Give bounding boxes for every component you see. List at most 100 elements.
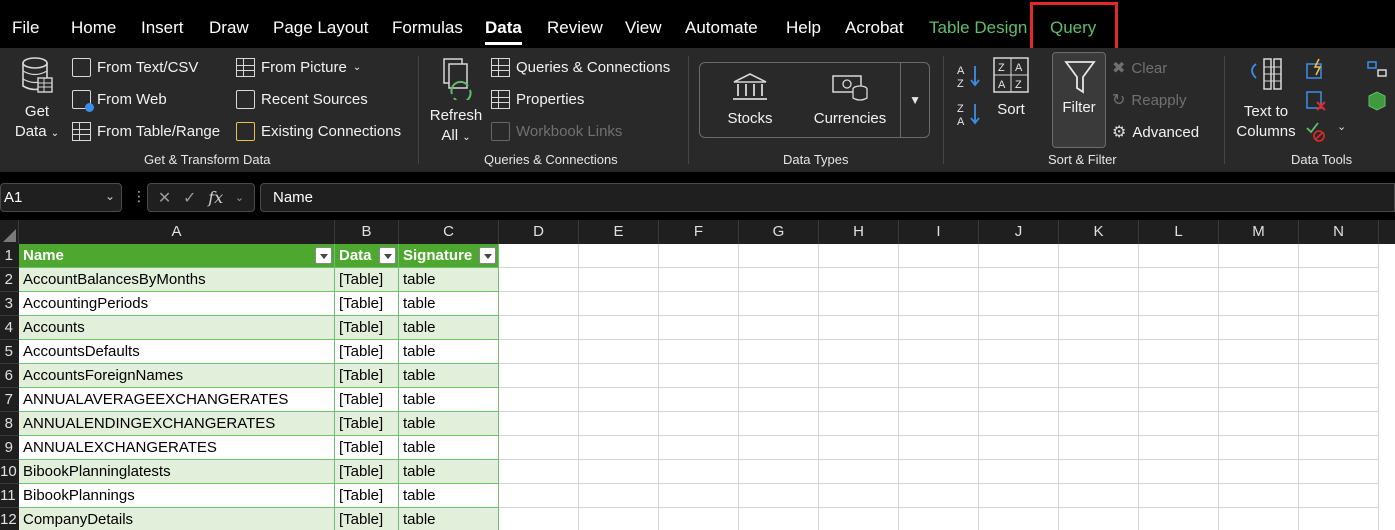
empty-cell[interactable] bbox=[659, 340, 739, 364]
tab-file[interactable]: File bbox=[12, 18, 39, 38]
empty-cell[interactable] bbox=[819, 340, 899, 364]
empty-cell[interactable] bbox=[499, 484, 579, 508]
row-header[interactable]: 6 bbox=[0, 364, 19, 388]
empty-cell[interactable] bbox=[899, 364, 979, 388]
row-header[interactable]: 4 bbox=[0, 316, 19, 340]
table-cell[interactable]: table bbox=[399, 484, 499, 508]
empty-cell[interactable] bbox=[1299, 268, 1379, 292]
row-header[interactable]: 2 bbox=[0, 268, 19, 292]
empty-cell[interactable] bbox=[1059, 316, 1139, 340]
empty-cell[interactable] bbox=[499, 292, 579, 316]
empty-cell[interactable] bbox=[1059, 460, 1139, 484]
empty-cell[interactable] bbox=[899, 412, 979, 436]
row-header[interactable]: 12 bbox=[0, 508, 19, 530]
empty-cell[interactable] bbox=[1299, 388, 1379, 412]
empty-cell[interactable] bbox=[1219, 436, 1299, 460]
empty-cell[interactable] bbox=[1139, 508, 1219, 530]
empty-cell[interactable] bbox=[499, 340, 579, 364]
empty-cell[interactable] bbox=[819, 268, 899, 292]
table-cell[interactable]: [Table] bbox=[335, 292, 399, 316]
empty-cell[interactable] bbox=[1059, 268, 1139, 292]
empty-cell[interactable] bbox=[1219, 508, 1299, 530]
column-header-l[interactable]: L bbox=[1139, 220, 1219, 244]
empty-cell[interactable] bbox=[739, 460, 819, 484]
chevron-down-icon[interactable]: ⌄ bbox=[105, 189, 115, 203]
row-header[interactable]: 10 bbox=[0, 460, 19, 484]
empty-cell[interactable] bbox=[899, 508, 979, 530]
tab-help[interactable]: Help bbox=[786, 18, 821, 38]
empty-cell[interactable] bbox=[819, 364, 899, 388]
empty-cell[interactable] bbox=[739, 268, 819, 292]
column-header-m[interactable]: M bbox=[1219, 220, 1299, 244]
empty-cell[interactable] bbox=[1139, 316, 1219, 340]
tab-data[interactable]: Data bbox=[485, 18, 522, 38]
table-cell[interactable]: AccountsDefaults bbox=[19, 340, 335, 364]
empty-cell[interactable] bbox=[1219, 388, 1299, 412]
empty-cell[interactable] bbox=[1219, 412, 1299, 436]
empty-cell[interactable] bbox=[739, 316, 819, 340]
table-cell[interactable]: table bbox=[399, 364, 499, 388]
empty-cell[interactable] bbox=[1139, 364, 1219, 388]
stocks-button[interactable]: Stocks bbox=[710, 71, 790, 129]
data-validation-button[interactable]: ⌄ bbox=[1305, 120, 1346, 142]
empty-cell[interactable] bbox=[819, 412, 899, 436]
empty-cell[interactable] bbox=[1299, 436, 1379, 460]
table-cell[interactable]: table bbox=[399, 292, 499, 316]
empty-cell[interactable] bbox=[979, 268, 1059, 292]
table-cell[interactable]: Accounts bbox=[19, 316, 335, 340]
remove-duplicates-button[interactable] bbox=[1305, 90, 1327, 112]
empty-cell[interactable] bbox=[739, 364, 819, 388]
table-cell[interactable]: table bbox=[399, 316, 499, 340]
empty-cell[interactable] bbox=[819, 292, 899, 316]
table-cell[interactable]: [Table] bbox=[335, 340, 399, 364]
table-header-cell[interactable]: Signature bbox=[399, 244, 499, 268]
empty-cell[interactable] bbox=[979, 460, 1059, 484]
empty-cell[interactable] bbox=[1139, 292, 1219, 316]
tab-acrobat[interactable]: Acrobat bbox=[845, 18, 904, 38]
existing-connections-button[interactable]: Existing Connections bbox=[236, 122, 401, 141]
column-header-d[interactable]: D bbox=[499, 220, 579, 244]
empty-cell[interactable] bbox=[1299, 316, 1379, 340]
row-header[interactable]: 3 bbox=[0, 292, 19, 316]
empty-cell[interactable] bbox=[899, 268, 979, 292]
row-header[interactable]: 11 bbox=[0, 484, 19, 508]
row-header[interactable]: 7 bbox=[0, 388, 19, 412]
empty-cell[interactable] bbox=[979, 316, 1059, 340]
table-cell[interactable]: ANNUALAVERAGEEXCHANGERATES bbox=[19, 388, 335, 412]
filter-button[interactable]: Filter bbox=[1052, 52, 1106, 148]
empty-cell[interactable] bbox=[1139, 340, 1219, 364]
properties-button[interactable]: Properties bbox=[491, 90, 584, 109]
tab-home[interactable]: Home bbox=[71, 18, 116, 38]
empty-cell[interactable] bbox=[1219, 292, 1299, 316]
table-cell[interactable]: AccountingPeriods bbox=[19, 292, 335, 316]
empty-cell[interactable] bbox=[979, 340, 1059, 364]
table-cell[interactable]: table bbox=[399, 268, 499, 292]
tab-insert[interactable]: Insert bbox=[141, 18, 184, 38]
empty-cell[interactable] bbox=[1299, 340, 1379, 364]
filter-dropdown-icon[interactable] bbox=[315, 247, 332, 264]
empty-cell[interactable] bbox=[1299, 412, 1379, 436]
empty-cell[interactable] bbox=[659, 268, 739, 292]
insert-function-icon[interactable]: fx bbox=[208, 188, 223, 207]
table-cell[interactable]: [Table] bbox=[335, 508, 399, 530]
column-header-j[interactable]: J bbox=[979, 220, 1059, 244]
empty-cell[interactable] bbox=[739, 292, 819, 316]
more-options-icon[interactable]: ⋮ bbox=[132, 188, 146, 205]
column-header-e[interactable]: E bbox=[579, 220, 659, 244]
table-cell[interactable]: [Table] bbox=[335, 316, 399, 340]
empty-cell[interactable] bbox=[739, 436, 819, 460]
empty-cell[interactable] bbox=[739, 508, 819, 530]
empty-cell[interactable] bbox=[899, 388, 979, 412]
empty-cell[interactable] bbox=[1139, 268, 1219, 292]
empty-cell[interactable] bbox=[1059, 508, 1139, 530]
recent-sources-button[interactable]: Recent Sources bbox=[236, 90, 368, 109]
empty-cell[interactable] bbox=[1219, 484, 1299, 508]
column-header-g[interactable]: G bbox=[739, 220, 819, 244]
sort-descending-button[interactable]: Z A bbox=[955, 100, 983, 128]
empty-cell[interactable] bbox=[659, 388, 739, 412]
empty-cell[interactable] bbox=[1299, 364, 1379, 388]
from-picture-button[interactable]: From Picture ⌄ bbox=[236, 58, 361, 77]
row-header[interactable]: 8 bbox=[0, 412, 19, 436]
empty-cell[interactable] bbox=[899, 460, 979, 484]
empty-cell[interactable] bbox=[819, 244, 899, 268]
